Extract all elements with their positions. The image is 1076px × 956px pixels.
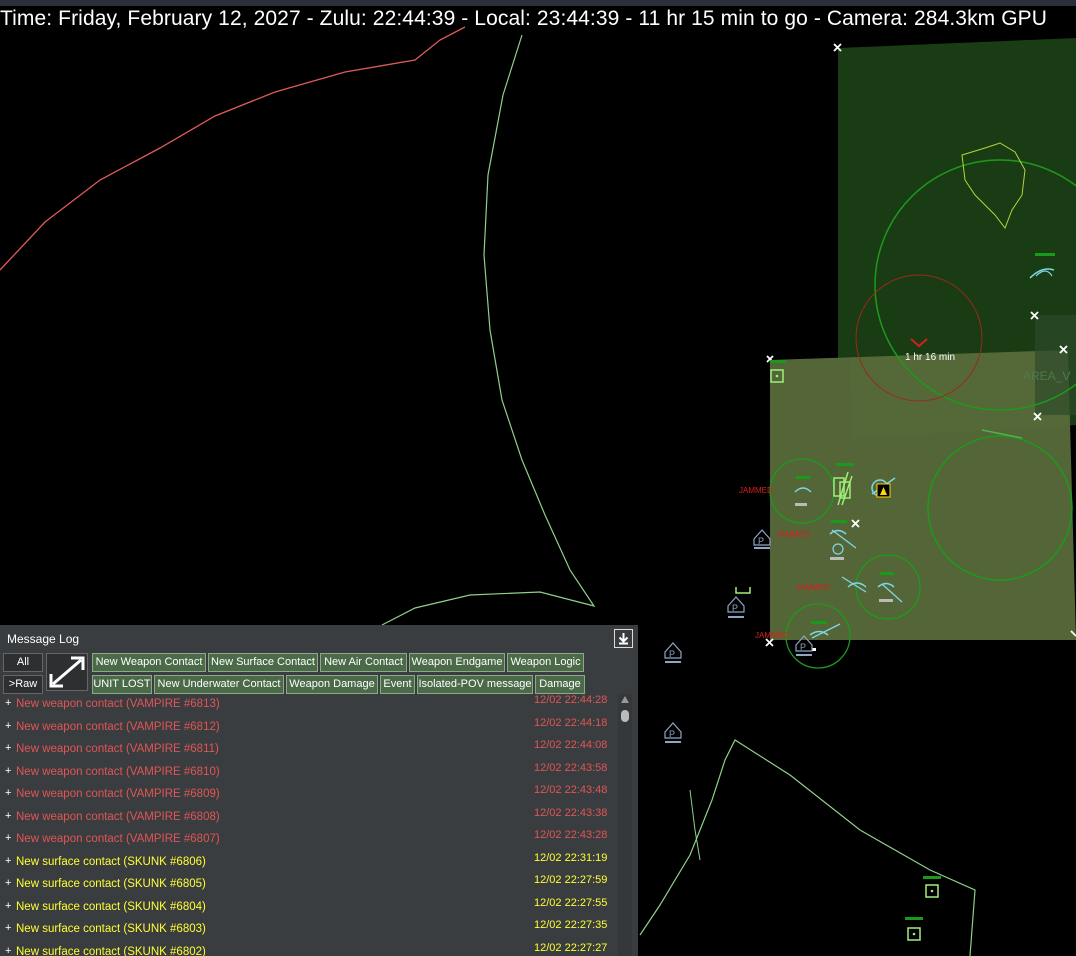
svg-text:P: P xyxy=(758,536,764,546)
top-toolbar-strip[interactable] xyxy=(0,0,1076,6)
svg-text:P: P xyxy=(732,603,738,613)
filter-new-underwater-contact-button[interactable]: New Underwater Contact xyxy=(154,675,284,694)
filter-new-weapon-contact-button[interactable]: New Weapon Contact xyxy=(92,653,206,672)
filter-event-button[interactable]: Event xyxy=(380,675,415,694)
filter-new-surface-contact-button[interactable]: New Surface Contact xyxy=(208,653,318,672)
message-text: New weapon contact (VAMPIRE #6809) xyxy=(16,788,220,800)
message-row[interactable]: + New surface contact (SKUNK #6806) 12/02 … xyxy=(0,852,616,875)
message-text: New surface contact (SKUNK #6802) xyxy=(16,945,206,956)
message-time: 12/02 22:43:28 xyxy=(534,829,608,841)
filter-damage-button[interactable]: Damage xyxy=(535,675,585,694)
message-time: 12/02 22:27:27 xyxy=(534,941,608,954)
expand-plus-icon[interactable]: + xyxy=(5,877,11,889)
scroll-thumb[interactable] xyxy=(621,710,629,722)
zone-area-light xyxy=(770,350,1076,640)
message-row[interactable]: + New weapon contact (VAMPIRE #6811) 12/02… xyxy=(0,739,616,762)
message-row[interactable]: + New surface contact (SKUNK #6803) 12/02 … xyxy=(0,919,616,942)
filter-raw-button[interactable]: >Raw xyxy=(3,675,43,694)
filter-weapon-endgame-button[interactable]: Weapon Endgame xyxy=(409,653,505,672)
message-text: New surface contact (SKUNK #6806) xyxy=(16,855,206,868)
expand-plus-icon[interactable]: + xyxy=(5,765,11,777)
svg-text:P: P xyxy=(800,642,806,652)
message-row[interactable]: + New weapon contact (VAMPIRE #6813) 12/02… xyxy=(0,694,616,717)
status-bar: Time: Friday, February 12, 2027 - Zulu: … xyxy=(0,7,1048,30)
message-list[interactable]: + New weapon contact (VAMPIRE #6813) 12/02… xyxy=(0,694,616,956)
message-time: 12/02 22:27:59 xyxy=(534,874,608,886)
jammed-label: JAMMED xyxy=(796,583,830,592)
download-arrow-icon[interactable] xyxy=(614,629,633,648)
message-text: New weapon contact (VAMPIRE #6807) xyxy=(16,833,220,845)
expand-plus-icon[interactable]: + xyxy=(5,720,11,732)
message-row[interactable]: + New weapon contact (VAMPIRE #6809) 12/02… xyxy=(0,784,616,807)
expand-plus-icon[interactable]: + xyxy=(5,832,11,844)
svg-text:P: P xyxy=(669,729,675,739)
message-time: 12/02 22:27:55 xyxy=(534,896,608,909)
zone-edge xyxy=(1035,315,1076,415)
message-row[interactable]: + New weapon contact (VAMPIRE #6807) 12/02… xyxy=(0,829,616,852)
svg-text:P: P xyxy=(669,649,675,659)
message-time: 12/02 22:44:08 xyxy=(534,739,608,751)
expand-plus-icon[interactable]: + xyxy=(5,922,11,934)
message-text: New surface contact (SKUNK #6805) xyxy=(16,878,206,890)
filter-weapon-damage-button[interactable]: Weapon Damage xyxy=(286,675,378,694)
filter-new-air-contact-button[interactable]: New Air Contact xyxy=(320,653,407,672)
message-row[interactable]: + New weapon contact (VAMPIRE #6810) 12/02… xyxy=(0,762,616,785)
message-time: 12/02 22:44:28 xyxy=(534,694,608,706)
message-row[interactable]: + New surface contact (SKUNK #6804) 12/02 … xyxy=(0,897,616,920)
message-text: New weapon contact (VAMPIRE #6813) xyxy=(16,698,220,710)
message-text: New weapon contact (VAMPIRE #6808) xyxy=(16,810,220,823)
filter-unit-lost-button[interactable]: UNIT LOST xyxy=(92,675,152,694)
message-row[interactable]: + New surface contact (SKUNK #6805) 12/02 … xyxy=(0,874,616,897)
message-text: New surface contact (SKUNK #6803) xyxy=(16,923,206,935)
message-log-panel[interactable]: Message Log All >Raw New Weapon Contact … xyxy=(0,625,638,956)
message-time: 12/02 22:31:19 xyxy=(534,851,608,864)
message-row[interactable]: + New weapon contact (VAMPIRE #6808) 12/02… xyxy=(0,807,616,830)
message-log-title: Message Log xyxy=(7,632,80,646)
area-label: AREA_V xyxy=(1023,369,1070,383)
message-text: New weapon contact (VAMPIRE #6811) xyxy=(16,743,219,755)
filter-all-button[interactable]: All xyxy=(3,653,43,672)
expand-plus-icon[interactable]: + xyxy=(5,810,11,822)
message-text: New weapon contact (VAMPIRE #6812) xyxy=(16,720,220,733)
message-text: New surface contact (SKUNK #6804) xyxy=(16,900,206,913)
scroll-up-icon[interactable] xyxy=(621,696,629,703)
expand-plus-icon[interactable]: + xyxy=(5,945,11,956)
message-row[interactable]: + New weapon contact (VAMPIRE #6812) 12/02… xyxy=(0,717,616,740)
expand-arrows-icon[interactable] xyxy=(46,653,88,691)
expand-plus-icon[interactable]: + xyxy=(5,900,11,912)
expand-plus-icon[interactable]: + xyxy=(5,742,11,754)
expand-plus-icon[interactable]: + xyxy=(5,697,11,709)
message-log-scrollbar[interactable] xyxy=(618,694,632,956)
expand-plus-icon[interactable]: + xyxy=(5,855,11,867)
jammed-label: JAMMED xyxy=(776,530,810,539)
jammed-label: JAMMED xyxy=(739,486,773,495)
jammed-label: JAMMED xyxy=(755,631,789,640)
message-time: 12/02 22:43:58 xyxy=(534,761,608,774)
message-time: 12/02 22:43:38 xyxy=(534,806,608,819)
message-time: 12/02 22:43:48 xyxy=(534,784,608,796)
message-time: 12/02 22:44:18 xyxy=(534,716,608,729)
message-time: 12/02 22:27:35 xyxy=(534,919,608,931)
eta-label: 1 hr 16 min xyxy=(905,352,955,363)
message-row[interactable]: + New surface contact (SKUNK #6802) 12/02 … xyxy=(0,942,616,956)
filter-isolated-pov-button[interactable]: Isolated-POV message xyxy=(417,675,533,694)
message-text: New weapon contact (VAMPIRE #6810) xyxy=(16,765,220,778)
expand-plus-icon[interactable]: + xyxy=(5,787,11,799)
filter-weapon-logic-button[interactable]: Weapon Logic xyxy=(507,653,584,672)
